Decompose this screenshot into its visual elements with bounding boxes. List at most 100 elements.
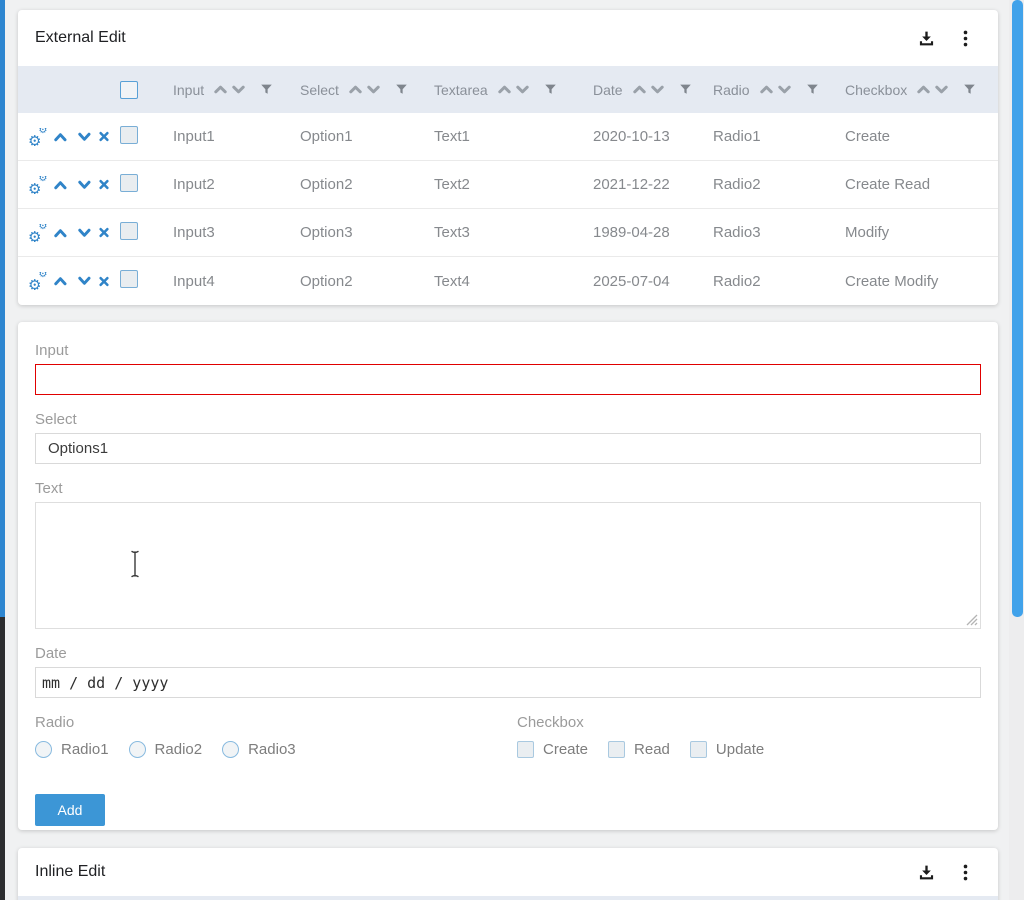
select-field[interactable]: Options1 bbox=[35, 433, 981, 464]
row-actions: ⚙⚙ bbox=[18, 224, 110, 242]
settings-gears-icon[interactable]: ⚙⚙ bbox=[28, 176, 47, 194]
move-down-icon[interactable] bbox=[77, 129, 92, 145]
menu-button[interactable] bbox=[961, 28, 970, 49]
radio-button[interactable] bbox=[35, 741, 52, 758]
checkbox-group-label: Checkbox bbox=[517, 714, 981, 731]
row-actions: ⚙⚙ bbox=[18, 272, 110, 290]
delete-x-icon[interactable] bbox=[98, 275, 110, 288]
download-button[interactable] bbox=[916, 28, 937, 49]
text-label: Text bbox=[35, 480, 981, 497]
row-checkbox[interactable] bbox=[120, 174, 138, 192]
download-icon bbox=[918, 30, 935, 47]
sort-asc-icon[interactable] bbox=[759, 82, 774, 97]
add-button[interactable]: Add bbox=[35, 794, 105, 826]
checkbox-option-label: Read bbox=[634, 741, 670, 758]
checkbox-box[interactable] bbox=[690, 741, 707, 758]
cell-radio: Radio3 bbox=[703, 224, 835, 241]
column-header-select: Select bbox=[290, 82, 424, 98]
delete-x-icon[interactable] bbox=[98, 226, 110, 239]
column-label[interactable]: Checkbox bbox=[845, 82, 907, 98]
inline-table-header-strip bbox=[18, 896, 998, 900]
column-label[interactable]: Input bbox=[173, 82, 204, 98]
table-row: ⚙⚙ Input1 Option1 Text1 2020-10-13 Radio… bbox=[18, 113, 998, 161]
radio-button[interactable] bbox=[222, 741, 239, 758]
sort-desc-icon[interactable] bbox=[934, 82, 949, 97]
card-title: External Edit bbox=[35, 29, 916, 47]
card-header: Inline Edit bbox=[18, 848, 998, 896]
move-up-icon[interactable] bbox=[53, 273, 68, 289]
resize-handle-icon[interactable] bbox=[966, 614, 978, 626]
cell-select: Option1 bbox=[290, 128, 424, 145]
cell-textarea: Text2 bbox=[424, 176, 583, 193]
sort-desc-icon[interactable] bbox=[650, 82, 665, 97]
filter-icon[interactable] bbox=[544, 83, 557, 96]
checkbox-box[interactable] bbox=[517, 741, 534, 758]
vertical-scrollbar[interactable] bbox=[1009, 0, 1024, 900]
checkbox-box[interactable] bbox=[608, 741, 625, 758]
cell-checkbox: Create bbox=[835, 128, 998, 145]
settings-gears-icon[interactable]: ⚙⚙ bbox=[28, 128, 47, 146]
download-button[interactable] bbox=[916, 862, 937, 883]
row-checkbox-cell bbox=[110, 126, 163, 148]
sort-asc-icon[interactable] bbox=[497, 82, 512, 97]
radio-option-label: Radio2 bbox=[155, 741, 203, 758]
row-checkbox-cell bbox=[110, 222, 163, 244]
sort-asc-icon[interactable] bbox=[213, 82, 228, 97]
row-checkbox[interactable] bbox=[120, 270, 138, 288]
radio-option-label: Radio3 bbox=[248, 741, 296, 758]
input-field[interactable] bbox=[35, 364, 981, 395]
textarea-field[interactable] bbox=[35, 502, 981, 629]
card-toolbar bbox=[916, 28, 970, 49]
cell-date: 1989-04-28 bbox=[583, 224, 703, 241]
cell-input: Input4 bbox=[163, 273, 290, 290]
row-checkbox[interactable] bbox=[120, 126, 138, 144]
radio-group-label: Radio bbox=[35, 714, 517, 731]
settings-gears-icon[interactable]: ⚙⚙ bbox=[28, 272, 47, 290]
sort-desc-icon[interactable] bbox=[515, 82, 530, 97]
move-up-icon[interactable] bbox=[53, 129, 68, 145]
download-icon bbox=[918, 864, 935, 881]
select-value: Options1 bbox=[48, 440, 108, 457]
sort-desc-icon[interactable] bbox=[777, 82, 792, 97]
row-actions: ⚙⚙ bbox=[18, 176, 110, 194]
date-label: Date bbox=[35, 645, 981, 662]
column-label[interactable]: Textarea bbox=[434, 82, 488, 98]
card-header: External Edit bbox=[18, 10, 998, 66]
move-down-icon[interactable] bbox=[77, 177, 92, 193]
date-placeholder: mm / dd / yyyy bbox=[42, 674, 168, 692]
sort-desc-icon[interactable] bbox=[231, 82, 246, 97]
settings-gears-icon[interactable]: ⚙⚙ bbox=[28, 224, 47, 242]
radio-button[interactable] bbox=[129, 741, 146, 758]
card-external-edit: External Edit Input Select Tex bbox=[18, 10, 998, 305]
cell-textarea: Text3 bbox=[424, 224, 583, 241]
cell-date: 2020-10-13 bbox=[583, 128, 703, 145]
checkbox-option-label: Create bbox=[543, 741, 588, 758]
filter-icon[interactable] bbox=[260, 83, 273, 96]
table-header-row: Input Select Textarea Date Radio bbox=[18, 66, 998, 113]
select-all-checkbox[interactable] bbox=[120, 81, 138, 99]
filter-icon[interactable] bbox=[395, 83, 408, 96]
column-label[interactable]: Radio bbox=[713, 82, 750, 98]
filter-icon[interactable] bbox=[806, 83, 819, 96]
column-label[interactable]: Select bbox=[300, 82, 339, 98]
move-up-icon[interactable] bbox=[53, 225, 68, 241]
menu-button[interactable] bbox=[961, 862, 970, 883]
filter-icon[interactable] bbox=[963, 83, 976, 96]
delete-x-icon[interactable] bbox=[98, 130, 110, 143]
move-down-icon[interactable] bbox=[77, 225, 92, 241]
sort-asc-icon[interactable] bbox=[348, 82, 363, 97]
move-up-icon[interactable] bbox=[53, 177, 68, 193]
sort-desc-icon[interactable] bbox=[366, 82, 381, 97]
scrollbar-thumb[interactable] bbox=[1012, 0, 1023, 617]
card-inline-edit: Inline Edit bbox=[18, 848, 998, 900]
delete-x-icon[interactable] bbox=[98, 178, 110, 191]
row-checkbox[interactable] bbox=[120, 222, 138, 240]
filter-icon[interactable] bbox=[679, 83, 692, 96]
date-field[interactable]: mm / dd / yyyy bbox=[35, 667, 981, 698]
input-label: Input bbox=[35, 342, 981, 359]
sort-asc-icon[interactable] bbox=[632, 82, 647, 97]
sort-asc-icon[interactable] bbox=[916, 82, 931, 97]
column-label[interactable]: Date bbox=[593, 82, 623, 98]
move-down-icon[interactable] bbox=[77, 273, 92, 289]
checkbox-option: Update bbox=[690, 741, 764, 758]
